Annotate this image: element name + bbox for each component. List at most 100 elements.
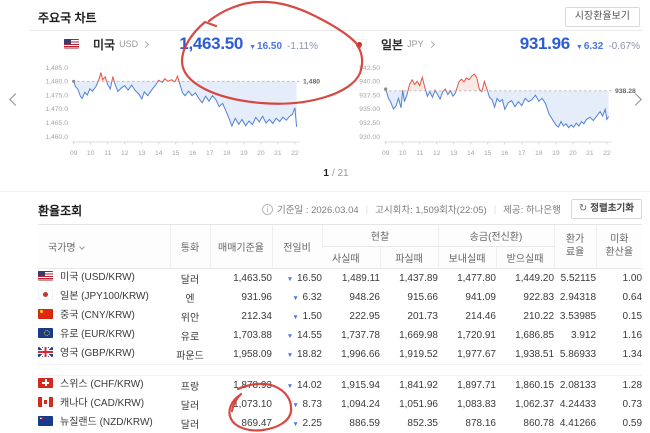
change-value: 14.55	[294, 330, 322, 341]
header-wire-group: 송금(전신환)	[438, 225, 554, 247]
header-fee-rate: 환가 료율	[554, 225, 596, 269]
gb-flag-icon	[38, 347, 53, 357]
change-value: 2.25	[300, 418, 322, 429]
refresh-icon: ↻	[579, 203, 587, 215]
country-cell[interactable]: 캐나다 (CAD/KRW)	[38, 395, 170, 408]
cash-buy-cell: 1,996.66	[322, 345, 380, 365]
japan-flag-icon	[352, 39, 367, 49]
svg-text:19: 19	[240, 150, 248, 157]
svg-text:13: 13	[450, 150, 458, 157]
cash-buy-cell: 1,915.94	[322, 376, 380, 396]
cash-buy-cell: 1,737.78	[322, 326, 380, 345]
country-cell[interactable]: 일본 (JPY100/KRW)	[38, 288, 170, 301]
wire-send-cell: 1,720.91	[438, 326, 496, 345]
fee-rate-cell: 4.41266	[554, 414, 596, 433]
chevron-right-icon[interactable]	[142, 40, 149, 47]
country-name: 캐나다 (CAD/KRW)	[60, 394, 144, 409]
wire-send-cell: 1,083.83	[438, 395, 496, 414]
wire-receive-cell: 1,860.15	[496, 376, 554, 396]
day-change-cell: ▼ 18.82	[272, 345, 322, 365]
header-day-change: 전일비	[272, 225, 322, 269]
country-cell[interactable]: 스위스 (CHF/KRW)	[38, 376, 170, 389]
svg-text:940.00: 940.00	[359, 79, 380, 86]
usd-conversion-cell: 1.00	[596, 269, 642, 289]
svg-text:09: 09	[382, 150, 390, 157]
chevron-right-icon	[629, 93, 642, 106]
cash-buy-cell: 222.95	[322, 307, 380, 326]
down-triangle-icon: ▼	[292, 295, 298, 302]
wire-receive-cell: 922.83	[496, 288, 554, 307]
svg-text:937.50: 937.50	[359, 92, 380, 99]
country-name: 영국 (GBP/KRW)	[60, 344, 135, 359]
base-rate-cell: 1,878.93	[210, 376, 272, 396]
info-icon[interactable]: i	[262, 204, 273, 215]
wire-send-cell: 1,897.71	[438, 376, 496, 396]
svg-text:1,485.0: 1,485.0	[45, 65, 68, 72]
change-value: 16.50	[294, 273, 322, 284]
svg-text:14: 14	[467, 150, 475, 157]
usd-conversion-cell: 1.34	[596, 345, 642, 365]
header-cash-group: 현찰	[322, 225, 438, 247]
base-rate-cell: 1,958.09	[210, 345, 272, 365]
day-change-cell: ▼ 16.50	[272, 269, 322, 289]
day-change-cell: ▼ 14.02	[272, 376, 322, 396]
svg-text:18: 18	[223, 150, 231, 157]
cash-sell-cell: 1,919.52	[380, 345, 438, 365]
cash-buy-cell: 948.26	[322, 288, 380, 307]
wire-receive-cell: 210.22	[496, 307, 554, 326]
usd-conversion-cell: 0.73	[596, 395, 642, 414]
market-rate-view-button[interactable]: 시장환율보기	[565, 7, 640, 27]
day-change-cell: ▼ 6.32	[272, 288, 322, 307]
change-value: 6.32	[300, 292, 322, 303]
eu-flag-icon	[38, 328, 53, 338]
down-triangle-icon: ▼	[287, 352, 293, 359]
chevron-right-icon[interactable]	[428, 40, 435, 47]
country-cell[interactable]: 중국 (CNY/KRW)	[38, 307, 170, 320]
down-triangle-icon: ▼	[287, 333, 293, 340]
change-value: 14.02	[294, 380, 322, 391]
wire-receive-cell: 1,062.37	[496, 395, 554, 414]
divider	[30, 30, 642, 31]
pagination-total: / 21	[332, 168, 349, 179]
header-cash-sell: 파실때	[380, 247, 438, 269]
header-currency: 통화	[170, 225, 210, 269]
fee-rate-cell: 3.912	[554, 326, 596, 345]
usd-change-pct: -1.11%	[287, 41, 318, 52]
svg-text:16: 16	[189, 150, 197, 157]
jpy-intraday-chart: 930.00932.50935.00937.50940.00942.500910…	[342, 57, 642, 161]
us-flag-icon	[38, 271, 53, 281]
fee-rate-cell: 2.94318	[554, 288, 596, 307]
country-cell[interactable]: 영국 (GBP/KRW)	[38, 345, 170, 358]
table-row: 뉴질랜드 (NZD/KRW)달러869.47▼ 2.25886.59852.35…	[38, 414, 642, 433]
svg-text:12: 12	[433, 150, 441, 157]
cash-sell-cell: 1,841.92	[380, 376, 438, 396]
usd-chart-country[interactable]: 미국	[93, 36, 115, 53]
country-cell[interactable]: 뉴질랜드 (NZD/KRW)	[38, 414, 170, 427]
table-row: 유로 (EUR/KRW)유로1,703.88▼ 14.551,737.781,6…	[38, 326, 642, 345]
us-flag-icon	[64, 39, 79, 49]
down-triangle-icon: ▼	[287, 383, 293, 390]
cash-buy-cell: 886.59	[322, 414, 380, 433]
svg-text:13: 13	[138, 150, 146, 157]
base-rate-cell: 1,463.50	[210, 269, 272, 289]
svg-text:19: 19	[552, 150, 560, 157]
chevron-left-icon	[9, 93, 22, 106]
change-value: 8.73	[300, 399, 322, 410]
prev-chart-arrow[interactable]	[2, 86, 24, 112]
wire-receive-cell: 860.78	[496, 414, 554, 433]
sort-chevron-icon	[79, 244, 85, 250]
next-chart-arrow[interactable]	[626, 86, 648, 112]
charts-section-title: 주요국 차트	[38, 9, 97, 26]
header-usd-conversion: 미화 환산율	[596, 225, 642, 269]
reset-sort-button[interactable]: ↻ 정렬초기화	[571, 199, 642, 219]
jpy-value: 931.96	[520, 34, 570, 54]
svg-text:18: 18	[535, 150, 543, 157]
country-cell[interactable]: 유로 (EUR/KRW)	[38, 326, 170, 339]
wire-send-cell: 941.09	[438, 288, 496, 307]
jpy-chart-country[interactable]: 일본	[381, 36, 403, 53]
country-cell[interactable]: 미국 (USD/KRW)	[38, 269, 170, 282]
rates-table-body: 미국 (USD/KRW)달러1,463.50▼ 16.501,489.111,4…	[38, 269, 642, 433]
currency-cell: 달러	[170, 269, 210, 289]
notice-round: 고시회차: 1,509회차(22:05)	[375, 202, 487, 216]
header-country[interactable]: 국가명	[38, 225, 170, 269]
